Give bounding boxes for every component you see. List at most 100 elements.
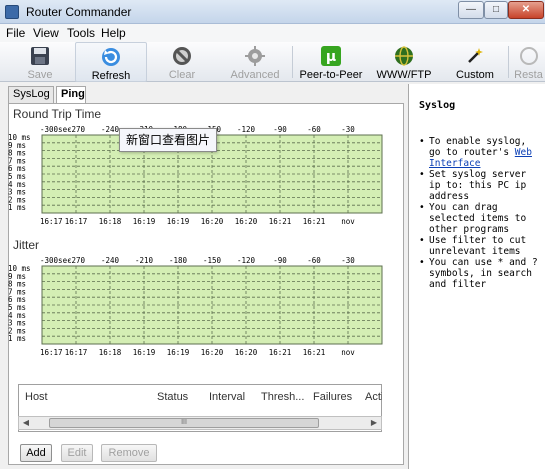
column-header-action[interactable]: Action (365, 391, 382, 403)
peer-to-peer-button[interactable]: µ Peer-to-Peer (297, 42, 365, 82)
scrollbar-thumb[interactable]: III (49, 418, 319, 428)
syslog-help-title: Syslog (419, 100, 456, 111)
save-button[interactable]: Save (18, 42, 62, 82)
bottom-tick-label: 16:19 (133, 348, 156, 357)
menu-tools[interactable]: Tools (67, 26, 95, 40)
menu-view[interactable]: View (33, 26, 59, 40)
restart-label: Resta (514, 69, 543, 81)
syslog-tip: To enable syslog, go to router's Web Int… (419, 136, 541, 169)
y-tick-label: 1 ms (8, 334, 26, 343)
bottom-tick-label: nov (341, 217, 355, 226)
restart-button[interactable]: Resta (512, 42, 545, 82)
add-button[interactable]: Add (20, 444, 52, 462)
custom-button[interactable]: Custom (450, 42, 500, 82)
top-tick-label: -210 (135, 256, 154, 265)
top-tick-label: -150 (203, 256, 222, 265)
syslog-tip: Set syslog server ip to: this PC ip addr… (419, 169, 541, 202)
y-tick-label: 1 ms (8, 203, 26, 212)
custom-label: Custom (456, 69, 494, 81)
column-header-interval[interactable]: Interval (209, 391, 245, 403)
scroll-right-icon[interactable]: ▶ (367, 417, 381, 429)
menu-file[interactable]: File (6, 26, 25, 40)
advanced-label: Advanced (230, 69, 280, 81)
gear-icon (245, 46, 265, 66)
top-tick-label: -180 (169, 256, 188, 265)
toolbar-separator (292, 46, 293, 78)
view-image-tooltip[interactable]: 新窗口查看图片 (119, 128, 217, 152)
remove-button[interactable]: Remove (101, 444, 157, 462)
bottom-tick-label: 16:19 (133, 217, 156, 226)
jitter-chart: 10 ms9 ms8 ms7 ms6 ms5 ms4 ms3 ms2 ms1 m… (8, 256, 383, 357)
bottom-tick-label: 16:17 (65, 348, 88, 357)
toolbar: Save Refresh Clear Advanced µ Peer-to-Pe… (0, 42, 545, 82)
scrollbar-grip: III (181, 419, 187, 426)
column-header-status[interactable]: Status (157, 391, 188, 403)
top-tick-label: -120 (237, 256, 256, 265)
syslog-tip: You can drag selected items to other pro… (419, 202, 541, 235)
syslog-tip: You can use * and ? symbols, in search a… (419, 257, 541, 290)
top-tick-label: -30 (341, 125, 355, 134)
syslog-tip-text: To enable syslog, go to router's (429, 136, 527, 158)
menu-help[interactable]: Help (101, 26, 126, 40)
wand-icon (468, 48, 483, 63)
bottom-tick-label: 16:18 (99, 348, 122, 357)
top-tick-label: -90 (273, 256, 287, 265)
bottom-tick-label: 16:20 (201, 348, 224, 357)
bottom-tick-label: 16:19 (167, 348, 190, 357)
bottom-tick-label: 16:21 (303, 217, 326, 226)
utorrent-icon: µ (321, 46, 341, 66)
toolbar-separator (508, 46, 509, 78)
app-icon (5, 5, 19, 19)
close-button[interactable]: ✕ (508, 1, 544, 19)
column-header-host[interactable]: Host (25, 391, 48, 403)
top-tick-label: -240 (101, 125, 120, 134)
bottom-tick-label: 16:21 (269, 348, 292, 357)
www-ftp-button[interactable]: WWW/FTP (372, 42, 436, 82)
jitter-chart-title: Jitter (13, 238, 40, 252)
globe-icon (395, 46, 413, 66)
bottom-tick-label: 16:18 (99, 217, 122, 226)
top-tick-label: -90 (273, 125, 287, 134)
bottom-tick-label: 16:21 (303, 348, 326, 357)
top-tick-label: -270 (67, 256, 86, 265)
syslog-tip: Use filter to cut unrelevant items (419, 235, 541, 257)
bottom-tick-label: 16:17 (40, 217, 63, 226)
bottom-tick-label: 16:20 (235, 217, 258, 226)
top-tick-label: -60 (307, 256, 321, 265)
bottom-tick-label: 16:20 (235, 348, 258, 357)
top-tick-label: -270 (67, 125, 86, 134)
top-tick-label: -30 (341, 256, 355, 265)
bottom-tick-label: nov (341, 348, 355, 357)
top-tick-label: -120 (237, 125, 256, 134)
refresh-button[interactable]: Refresh (75, 42, 147, 82)
edit-button[interactable]: Edit (61, 444, 93, 462)
maximize-button[interactable]: □ (484, 1, 508, 19)
top-tick-label: -240 (101, 256, 120, 265)
bottom-tick-label: 16:20 (201, 217, 224, 226)
svg-text:µ: µ (326, 49, 336, 65)
save-label: Save (27, 69, 53, 81)
bottom-tick-label: 16:21 (269, 217, 292, 226)
bottom-tick-label: 16:17 (40, 348, 63, 357)
advanced-button[interactable]: Advanced (226, 42, 284, 82)
column-header-failures[interactable]: Failures (313, 391, 352, 403)
syslog-help-panel: Syslog To enable syslog, go to router's … (408, 84, 545, 469)
window-title: Router Commander (26, 5, 132, 19)
refresh-label: Refresh (91, 70, 131, 82)
top-tick-label: -60 (307, 125, 321, 134)
clear-button[interactable]: Clear (160, 42, 204, 82)
column-header-threshold[interactable]: Thresh... (261, 391, 304, 403)
peer-to-peer-label: Peer-to-Peer (299, 69, 363, 81)
refresh-icon (102, 48, 120, 66)
floppy-icon (31, 47, 49, 65)
bottom-tick-label: 16:19 (167, 217, 190, 226)
syslog-tips-list: To enable syslog, go to router's Web Int… (419, 136, 541, 290)
tab-ping[interactable]: Ping (56, 86, 86, 104)
horizontal-scrollbar[interactable]: ◀ III ▶ (18, 416, 382, 430)
title-bar: Router Commander — □ ✕ (0, 0, 545, 24)
scroll-left-icon[interactable]: ◀ (19, 417, 33, 429)
tab-syslog[interactable]: SysLog (8, 86, 54, 103)
bottom-tick-label: 16:17 (65, 217, 88, 226)
minimize-button[interactable]: — (458, 1, 484, 19)
www-ftp-label: WWW/FTP (376, 69, 432, 81)
